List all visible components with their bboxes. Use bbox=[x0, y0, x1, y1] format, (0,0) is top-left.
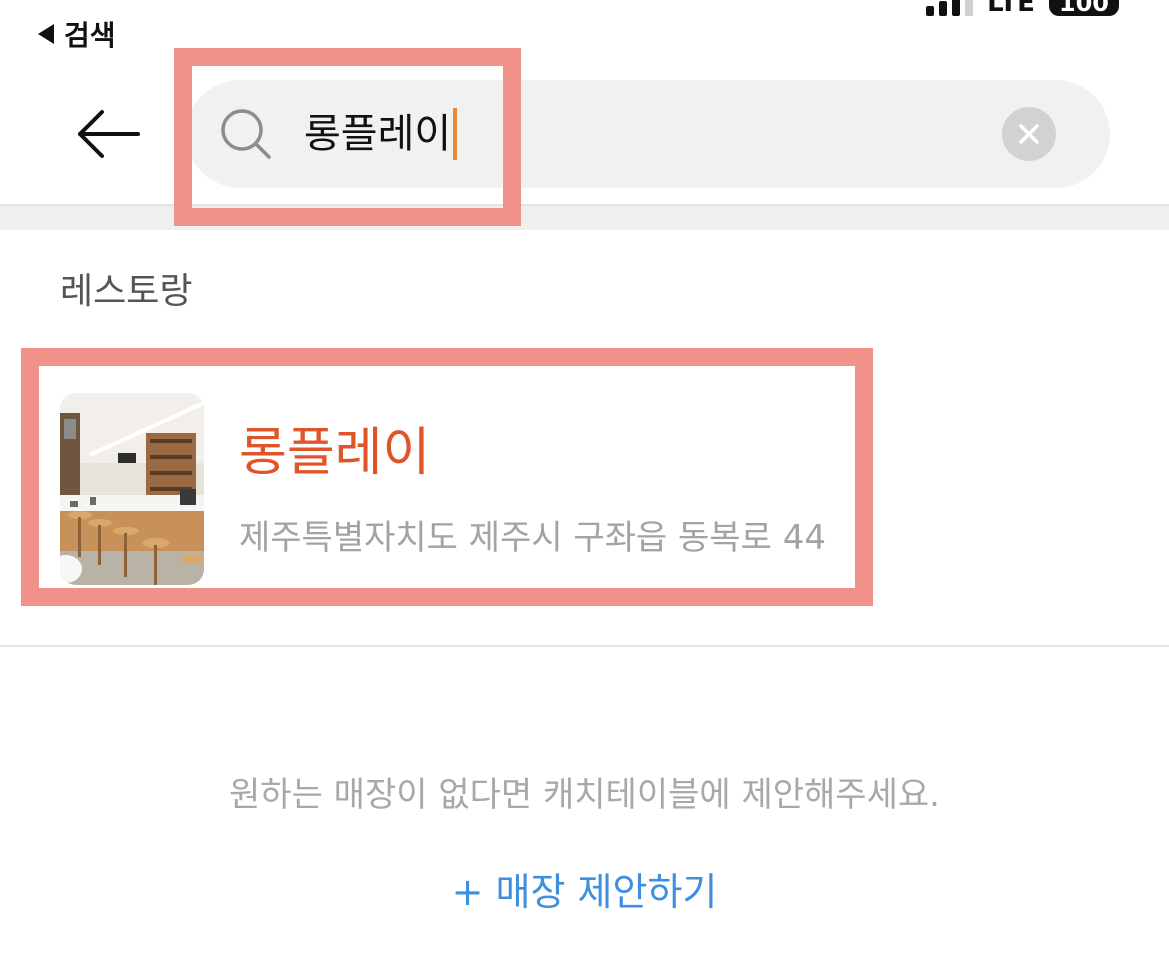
header-separator bbox=[0, 204, 1169, 230]
status-back-label: 검색 bbox=[64, 19, 116, 52]
search-screen: 검색 LTE 100 롱플레이 레스토랑 롱플레이 제주특별자치도 제주시 구좌… bbox=[0, 0, 1169, 978]
search-bar[interactable]: 롱플레이 bbox=[186, 80, 1110, 188]
text-caret bbox=[453, 108, 458, 160]
result-restaurant-name: 롱플레이 bbox=[239, 423, 431, 483]
status-back-to-app[interactable]: 검색 bbox=[38, 14, 116, 54]
search-result-item[interactable]: 롱플레이 제주특별자치도 제주시 구좌읍 동복로 44 bbox=[39, 366, 855, 588]
search-input-value: 롱플레이 bbox=[304, 111, 452, 157]
clear-search-button[interactable] bbox=[1002, 107, 1056, 161]
close-icon bbox=[1019, 124, 1039, 144]
arrow-left-icon bbox=[78, 110, 140, 158]
back-triangle-icon bbox=[38, 24, 54, 44]
battery-level: 100 bbox=[1048, 0, 1119, 16]
search-icon bbox=[221, 109, 271, 159]
signal-icon bbox=[926, 0, 974, 16]
status-indicators: LTE 100 bbox=[926, 0, 1119, 16]
search-input[interactable]: 롱플레이 bbox=[304, 102, 458, 166]
network-type: LTE bbox=[987, 0, 1035, 18]
suggest-store-link[interactable]: + 매장 제안하기 bbox=[0, 866, 1169, 918]
section-title-restaurant: 레스토랑 bbox=[60, 271, 193, 312]
restaurant-thumbnail bbox=[60, 393, 204, 585]
suggest-message: 원하는 매장이 없다면 캐치테이블에 제안해주세요. bbox=[229, 775, 940, 815]
result-restaurant-address: 제주특별자치도 제주시 구좌읍 동복로 44 bbox=[239, 518, 826, 558]
back-button[interactable] bbox=[76, 108, 140, 160]
section-divider bbox=[0, 645, 1169, 647]
